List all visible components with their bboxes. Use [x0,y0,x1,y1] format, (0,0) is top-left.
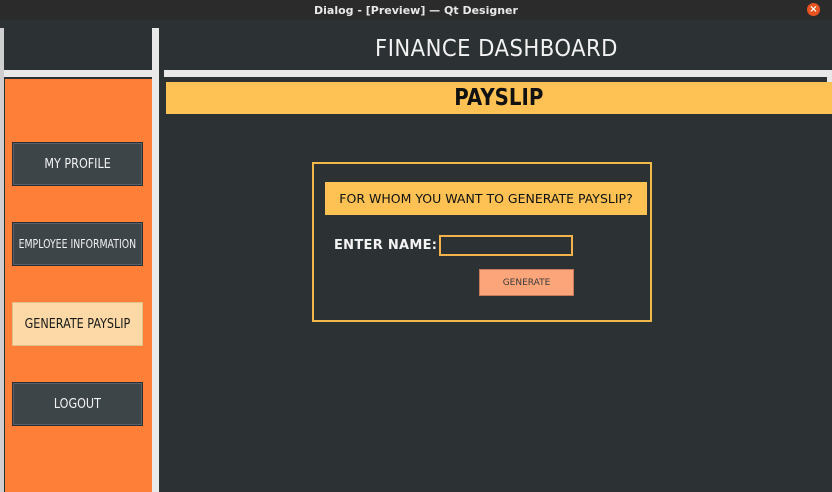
payslip-form-panel: FOR WHOM YOU WANT TO GENERATE PAYSLIP? E… [312,162,652,322]
sidebar-divider-shadow [159,28,164,492]
payslip-question: FOR WHOM YOU WANT TO GENERATE PAYSLIP? [325,182,647,215]
dialog-window: FINANCE DASHBOARD MY PROFILE EMPLOYEE IN… [0,20,832,492]
enter-name-label: ENTER NAME: [334,238,438,253]
generate-payslip-label: GENERATE PAYSLIP [24,316,131,332]
header-divider [0,70,832,77]
left-edge [0,28,4,492]
page-banner: PAYSLIP [166,82,832,114]
employee-information-button[interactable]: EMPLOYEE INFORMATION [12,222,143,266]
generate-payslip-button[interactable]: GENERATE PAYSLIP [12,302,143,346]
generate-button[interactable]: GENERATE [479,269,574,296]
name-input[interactable] [439,235,573,256]
employee-information-label: EMPLOYEE INFORMATION [18,237,137,251]
dashboard-title: FINANCE DASHBOARD [192,28,801,70]
sidebar-divider [152,28,159,492]
close-icon[interactable]: × [807,3,820,16]
my-profile-button[interactable]: MY PROFILE [12,142,143,186]
title-bar: Dialog - [Preview] — Qt Designer × [0,0,832,20]
logout-label: LOGOUT [53,396,102,412]
window-title: Dialog - [Preview] — Qt Designer [314,3,518,17]
header-left-block [5,28,150,70]
my-profile-label: MY PROFILE [44,156,111,172]
logout-button[interactable]: LOGOUT [12,382,143,426]
page-title: PAYSLIP [454,85,544,111]
sidebar: MY PROFILE EMPLOYEE INFORMATION GENERATE… [5,79,152,492]
